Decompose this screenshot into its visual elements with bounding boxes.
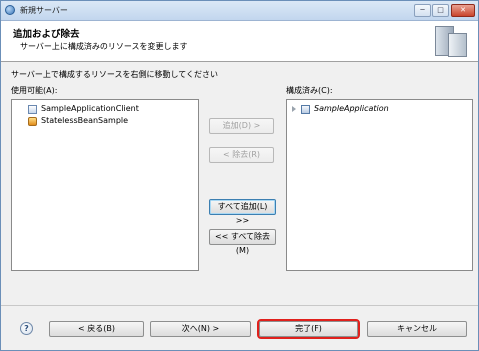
add-button[interactable]: 追加(D) > (209, 118, 274, 134)
window-title: 新規サーバー (20, 6, 68, 15)
expand-arrow-icon[interactable] (292, 106, 296, 112)
list-item[interactable]: SampleApplication (314, 104, 389, 113)
server-icon (433, 25, 467, 57)
cancel-button[interactable]: キャンセル (367, 321, 467, 337)
remove-all-button[interactable]: << すべて除去(M) (209, 229, 276, 255)
page-title: 追加および除去 (13, 29, 80, 40)
configured-label: 構成済み(C): (286, 86, 333, 95)
application-icon (301, 105, 310, 114)
new-server-dialog: 新規サーバー ─ □ ✕ 追加および除去 サーバー上に構成済みのリソースを変更し… (0, 0, 479, 351)
configured-list[interactable]: SampleApplication (286, 99, 473, 271)
footer-separator (1, 305, 478, 306)
finish-button[interactable]: 完了(F) (257, 319, 360, 339)
available-label: 使用可能(A): (11, 86, 58, 95)
next-button[interactable]: 次へ(N) > (150, 321, 251, 337)
remove-button[interactable]: < 除去(R) (209, 147, 274, 163)
maximize-button[interactable]: □ (432, 4, 449, 17)
close-button[interactable]: ✕ (451, 4, 475, 17)
list-item[interactable]: StatelessBeanSample (41, 116, 128, 125)
instruction-text: サーバー上で構成するリソースを右側に移動してください (11, 70, 219, 79)
page-description: サーバー上に構成済みのリソースを変更します (20, 42, 188, 51)
back-button[interactable]: < 戻る(B) (49, 321, 144, 337)
help-icon[interactable]: ? (20, 322, 33, 335)
list-item[interactable]: SampleApplicationClient (41, 104, 139, 113)
minimize-button[interactable]: ─ (414, 4, 431, 17)
eclipse-icon (5, 5, 15, 15)
ejb-project-icon (28, 117, 37, 126)
add-all-button[interactable]: すべて追加(L) >> (209, 199, 276, 225)
wizard-header: 追加および除去 サーバー上に構成済みのリソースを変更します (1, 21, 478, 62)
client-project-icon (28, 105, 37, 114)
available-list[interactable]: SampleApplicationClient StatelessBeanSam… (11, 99, 199, 271)
title-bar: 新規サーバー ─ □ ✕ (1, 1, 478, 21)
